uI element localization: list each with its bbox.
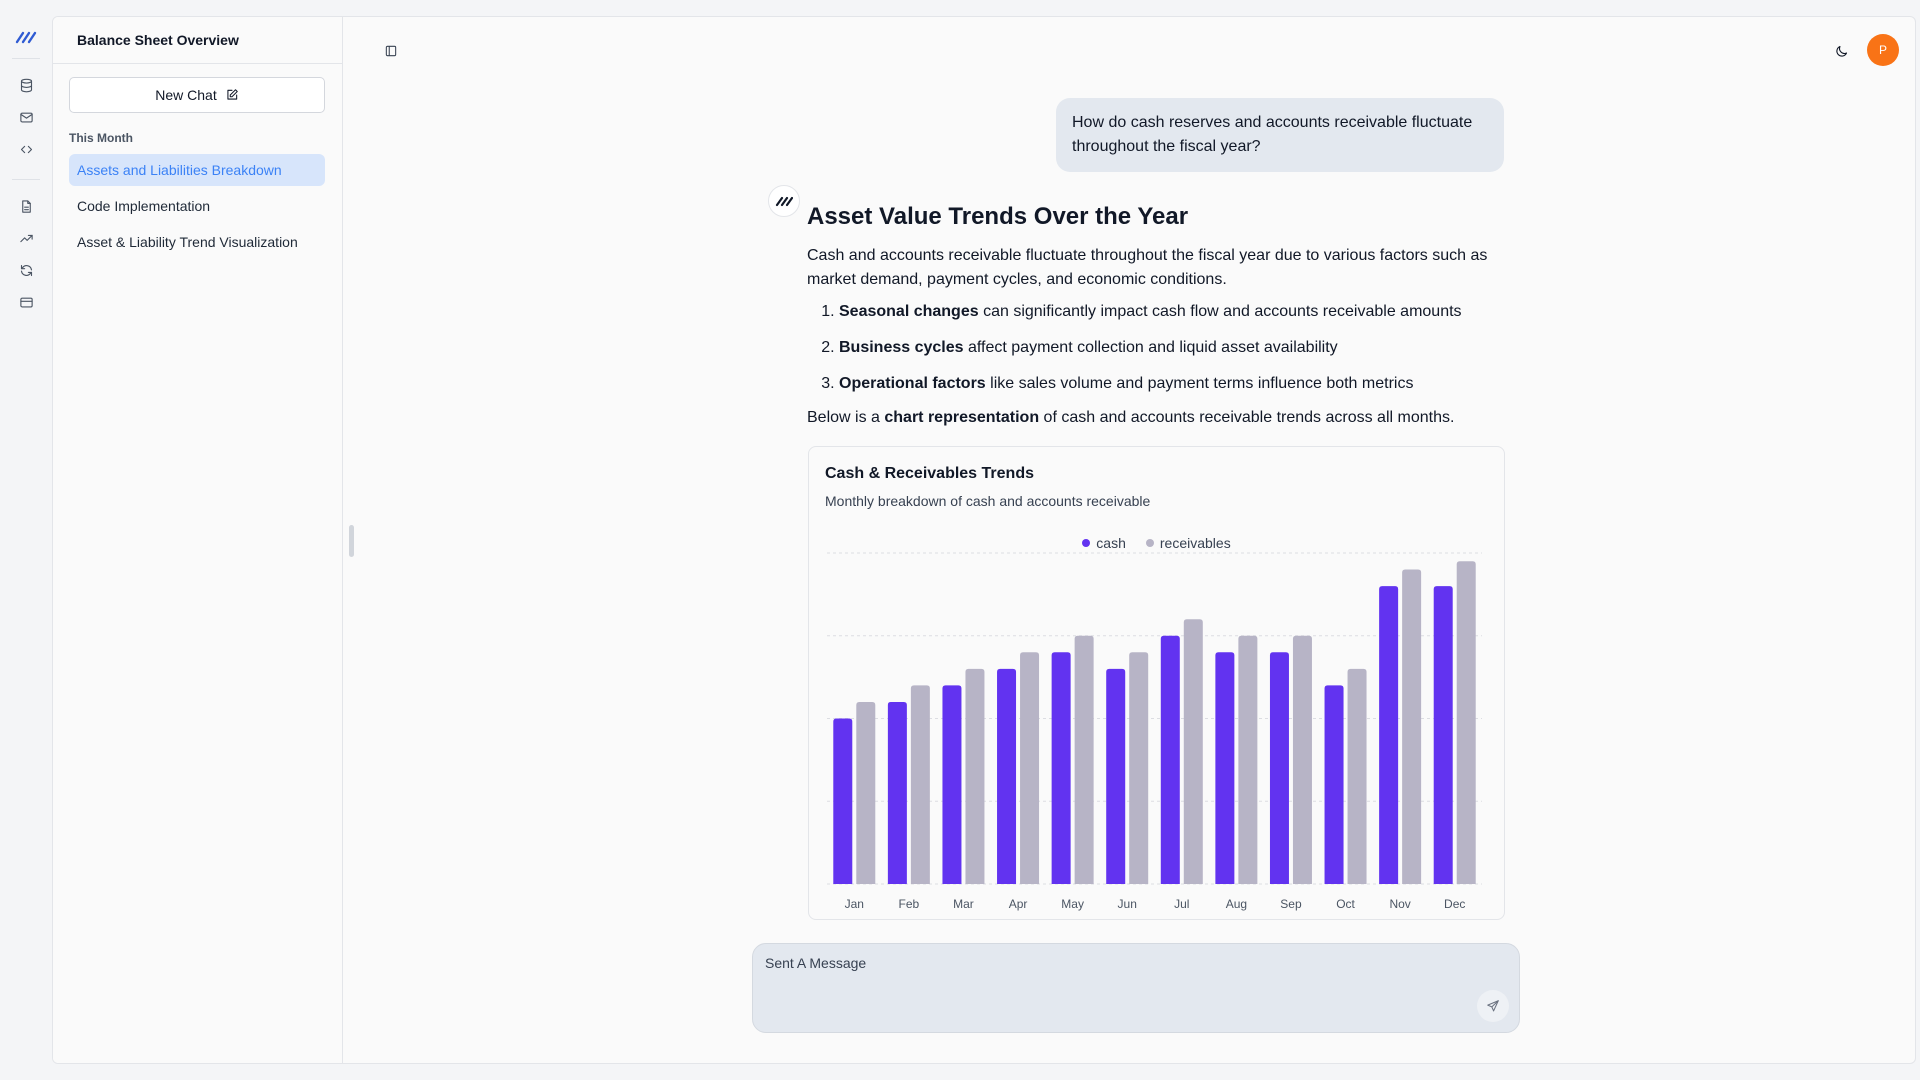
chat-sidebar: Balance Sheet Overview New Chat This Mon… <box>53 17 343 1063</box>
bar-receivables-jul[interactable] <box>1183 619 1203 884</box>
bar-cash-jan[interactable] <box>833 718 853 885</box>
chart-intro-bold: chart representation <box>884 409 1040 426</box>
user-avatar[interactable]: P <box>1867 34 1899 66</box>
assistant-answer: Asset Value Trends Over the Year Cash an… <box>807 200 1507 430</box>
edit-icon <box>227 89 238 100</box>
refresh-icon[interactable] <box>10 254 42 286</box>
x-tick-label: Jul <box>1174 897 1189 911</box>
list-item-bold: Seasonal changes <box>839 303 979 320</box>
bar-cash-apr[interactable] <box>997 668 1017 884</box>
chart-intro-post: of cash and accounts receivable trends a… <box>1039 409 1455 426</box>
sidebar-toggle-icon[interactable] <box>379 39 403 63</box>
x-tick-label: Dec <box>1444 897 1465 911</box>
assistant-avatar <box>768 185 800 217</box>
bar-receivables-apr[interactable] <box>1020 652 1040 884</box>
bar-receivables-oct[interactable] <box>1347 668 1367 884</box>
legend-label: cash <box>1096 535 1126 551</box>
bar-cash-may[interactable] <box>1051 652 1071 884</box>
bar-receivables-mar[interactable] <box>965 668 985 884</box>
send-icon <box>1487 1000 1499 1012</box>
bar-cash-oct[interactable] <box>1324 685 1344 884</box>
bar-receivables-sep[interactable] <box>1292 635 1312 884</box>
chart-intro-pre: Below is a <box>807 409 885 426</box>
chart-card: Jan Feb Mar Apr May Jun Jul Aug Sep Oct Nov Dec Cas… <box>808 446 1505 920</box>
bar-cash-sep[interactable] <box>1269 652 1289 884</box>
list-item-text: affect payment collection and liquid ass… <box>963 339 1338 356</box>
legend-item-receivables[interactable]: receivables <box>1145 535 1231 551</box>
answer-list-item: Business cycles affect payment collectio… <box>839 336 1507 360</box>
bar-receivables-jun[interactable] <box>1129 652 1149 884</box>
history-item[interactable]: Assets and Liabilities Breakdown <box>69 154 325 186</box>
bar-cash-jun[interactable] <box>1106 668 1126 884</box>
message-composer <box>752 943 1520 1033</box>
x-tick-label: May <box>1061 897 1084 911</box>
chart-legend: cash receivables <box>809 535 1504 551</box>
list-item-bold: Operational factors <box>839 375 986 392</box>
bar-cash-aug[interactable] <box>1215 652 1235 884</box>
answer-heading: Asset Value Trends Over the Year <box>807 203 1189 230</box>
x-tick-label: Feb <box>899 897 920 911</box>
bar-receivables-aug[interactable] <box>1238 635 1258 884</box>
new-chat-label: New Chat <box>155 87 217 103</box>
document-icon[interactable] <box>10 190 42 222</box>
answer-list-item: Operational factors like sales volume an… <box>839 372 1507 396</box>
x-tick-label: Oct <box>1336 897 1355 911</box>
send-button[interactable] <box>1477 990 1509 1022</box>
x-tick-label: Jan <box>845 897 864 911</box>
answer-list: Seasonal changes can significantly impac… <box>839 300 1507 396</box>
user-message-bubble: How do cash reserves and accounts receiv… <box>1056 98 1504 172</box>
x-tick-label: Jun <box>1118 897 1137 911</box>
answer-list-item: Seasonal changes can significantly impac… <box>839 300 1507 324</box>
list-item-text: like sales volume and payment terms infl… <box>985 375 1414 392</box>
x-tick-label: Apr <box>1009 897 1028 911</box>
x-tick-label: Nov <box>1389 897 1410 911</box>
rail-divider <box>12 179 40 180</box>
list-item-bold: Business cycles <box>839 339 964 356</box>
bar-receivables-may[interactable] <box>1074 635 1094 884</box>
assistant-logo-icon <box>775 196 793 207</box>
answer-intro: Cash and accounts receivable fluctuate t… <box>807 247 1488 288</box>
legend-swatch <box>1145 539 1154 547</box>
legend-item-cash[interactable]: cash <box>1082 535 1126 551</box>
new-chat-button[interactable]: New Chat <box>69 77 325 113</box>
bar-cash-mar[interactable] <box>942 685 962 884</box>
bar-cash-feb[interactable] <box>887 701 907 884</box>
trending-up-icon[interactable] <box>10 222 42 254</box>
history-section-label: This Month <box>69 131 133 145</box>
history-item[interactable]: Code Implementation <box>69 190 325 222</box>
bar-cash-jul[interactable] <box>1160 635 1180 884</box>
bar-cash-dec[interactable] <box>1433 586 1453 884</box>
bar-receivables-jan[interactable] <box>856 701 876 884</box>
mail-icon[interactable] <box>10 101 42 133</box>
bar-receivables-nov[interactable] <box>1402 569 1422 884</box>
logo-icon[interactable] <box>15 30 37 44</box>
list-item-text: can significantly impact cash flow and a… <box>978 303 1462 320</box>
x-tick-label: Sep <box>1280 897 1302 911</box>
history-item[interactable]: Asset & Liability Trend Visualization <box>69 226 325 258</box>
moon-icon[interactable] <box>1829 39 1853 63</box>
x-tick-label: Mar <box>953 897 974 911</box>
code-icon[interactable] <box>10 133 42 165</box>
legend-swatch <box>1082 539 1091 547</box>
chart-title: Cash & Receivables Trends <box>825 465 1034 482</box>
message-input[interactable] <box>765 952 1465 974</box>
database-icon[interactable] <box>10 69 42 101</box>
legend-label: receivables <box>1159 535 1231 551</box>
bar-chart: Jan Feb Mar Apr May Jun Jul Aug Sep Oct Nov Dec <box>827 552 1482 911</box>
chart-subtitle: Monthly breakdown of cash and accounts r… <box>825 493 1151 509</box>
bar-receivables-dec[interactable] <box>1456 561 1476 884</box>
app-frame: Balance Sheet Overview New Chat This Mon… <box>52 16 1916 1064</box>
rail-divider <box>12 58 40 59</box>
credit-card-icon[interactable] <box>10 286 42 318</box>
bar-receivables-feb[interactable] <box>910 685 930 884</box>
chat-history-list: Assets and Liabilities Breakdown Code Im… <box>69 154 325 262</box>
answer-chart-intro: Below is a chart representation of cash … <box>807 406 1507 430</box>
sidebar-title: Balance Sheet Overview <box>53 17 342 64</box>
icon-rail <box>0 16 52 1064</box>
bar-cash-nov[interactable] <box>1379 586 1399 884</box>
x-tick-label: Aug <box>1226 897 1247 911</box>
sidebar-resize-handle[interactable] <box>349 525 354 557</box>
